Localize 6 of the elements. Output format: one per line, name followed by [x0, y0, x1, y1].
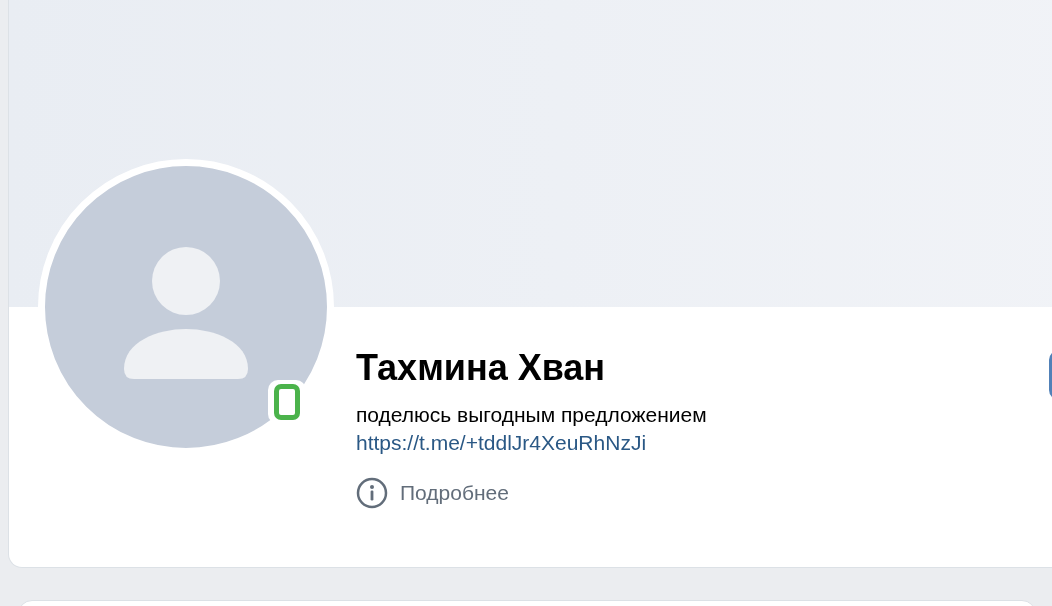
status-link[interactable]: https://t.me/+tddlJr4XeuRhNzJi	[356, 429, 647, 457]
profile-name: Тахмина Хван	[356, 347, 607, 389]
details-link[interactable]: Подробнее	[400, 481, 509, 505]
person-silhouette-icon	[122, 247, 250, 381]
info-icon[interactable]	[356, 477, 388, 509]
status-text: поделюсь выгодным предложением	[356, 402, 708, 428]
